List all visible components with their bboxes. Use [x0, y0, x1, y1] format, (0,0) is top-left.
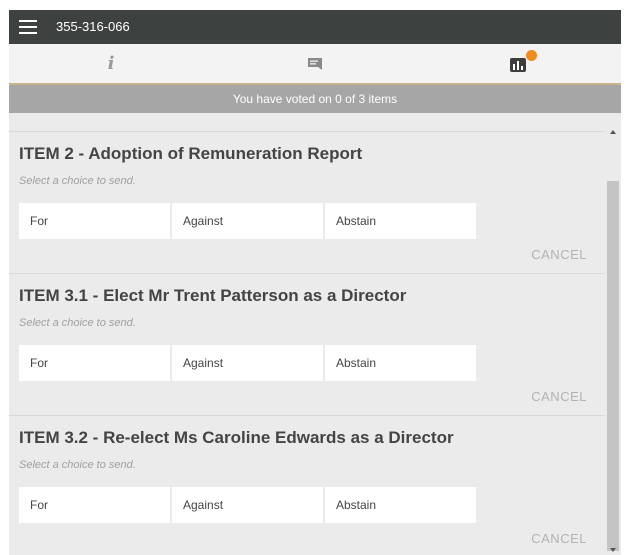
scroll-down-arrow-icon[interactable]	[610, 548, 616, 552]
item-hint: Select a choice to send.	[19, 459, 136, 471]
choice-against-button[interactable]: Against	[172, 345, 323, 381]
item-hint: Select a choice to send.	[19, 317, 136, 329]
meeting-id: 355-316-066	[56, 19, 130, 34]
items-list: ITEM 2 - Adoption of Remuneration Report…	[9, 113, 605, 555]
chat-bubble-icon	[308, 57, 322, 70]
scrollbar[interactable]	[605, 113, 621, 555]
top-bar: 355-316-066	[9, 10, 621, 44]
choice-group: For Against Abstain	[19, 345, 478, 381]
choice-abstain-button[interactable]: Abstain	[325, 345, 476, 381]
tab-chat[interactable]	[213, 44, 417, 83]
choice-for-button[interactable]: For	[19, 487, 170, 523]
item-title: ITEM 3.2 - Re-elect Ms Caroline Edwards …	[19, 428, 454, 447]
choice-abstain-button[interactable]: Abstain	[325, 203, 476, 239]
tab-info[interactable]: i	[9, 44, 213, 83]
scroll-up-arrow-icon[interactable]	[610, 130, 616, 134]
choice-against-button[interactable]: Against	[172, 487, 323, 523]
cancel-button[interactable]: CANCEL	[531, 247, 587, 262]
cancel-button[interactable]: CANCEL	[531, 531, 587, 546]
tab-voting[interactable]	[417, 44, 621, 83]
item-title: ITEM 2 - Adoption of Remuneration Report	[19, 144, 363, 163]
item-title: ITEM 3.1 - Elect Mr Trent Patterson as a…	[19, 286, 407, 305]
choice-for-button[interactable]: For	[19, 203, 170, 239]
app-frame: 355-316-066 i You have voted on 0 of 3 i…	[9, 10, 621, 555]
tab-bar: i	[9, 44, 621, 85]
choice-group: For Against Abstain	[19, 203, 478, 239]
choice-abstain-button[interactable]: Abstain	[325, 487, 476, 523]
item-hint: Select a choice to send.	[19, 175, 136, 187]
resolution-item: ITEM 2 - Adoption of Remuneration Report…	[9, 131, 605, 272]
hamburger-menu-icon[interactable]	[19, 20, 37, 34]
vote-status-bar: You have voted on 0 of 3 items	[9, 85, 621, 113]
vote-status-text: You have voted on 0 of 3 items	[232, 92, 398, 106]
scrollbar-thumb[interactable]	[607, 181, 619, 551]
cancel-button[interactable]: CANCEL	[531, 389, 587, 404]
resolution-item: ITEM 3.1 - Elect Mr Trent Patterson as a…	[9, 273, 605, 414]
info-icon: i	[107, 53, 115, 74]
choice-against-button[interactable]: Against	[172, 203, 323, 239]
notification-badge	[526, 50, 537, 61]
resolution-item: ITEM 3.2 - Re-elect Ms Caroline Edwards …	[9, 415, 605, 555]
choice-for-button[interactable]: For	[19, 345, 170, 381]
choice-group: For Against Abstain	[19, 487, 478, 523]
